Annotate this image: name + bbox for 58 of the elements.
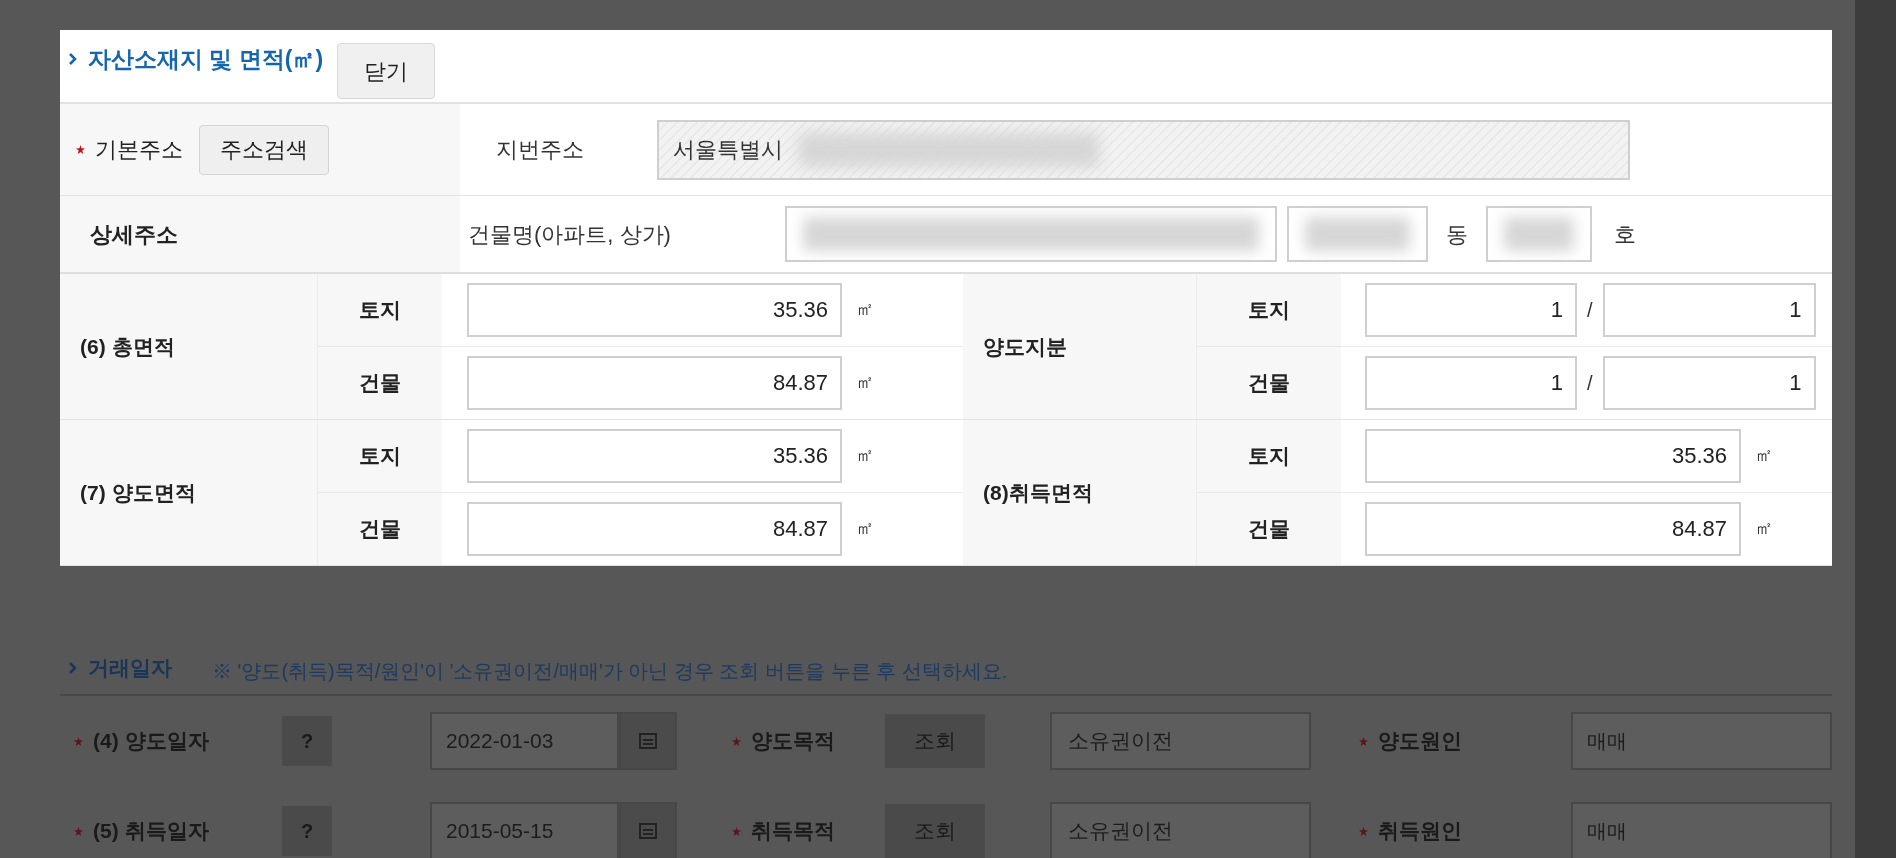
field-label: 건물 bbox=[359, 516, 401, 542]
chevron-icon bbox=[68, 660, 78, 675]
field-value: 서울특별시 bbox=[673, 136, 783, 164]
calendar-icon bbox=[638, 823, 657, 839]
number-field[interactable]: 35.36 bbox=[467, 282, 842, 337]
field-label: 건물 bbox=[359, 370, 401, 396]
field-label: (5) 취득일자 bbox=[93, 818, 210, 845]
separator-label: / bbox=[1587, 297, 1593, 323]
calendar-button[interactable] bbox=[619, 802, 677, 858]
field-label: 취득원인 bbox=[1377, 818, 1462, 845]
chevron-icon bbox=[68, 52, 78, 67]
number-field[interactable]: 84.87 bbox=[467, 501, 842, 556]
field-label: 양도원인 bbox=[1377, 728, 1462, 755]
unit-label: ㎡ bbox=[1755, 517, 1773, 541]
field-label: (8)취득면적 bbox=[983, 479, 1093, 506]
field-label: 토지 bbox=[359, 443, 401, 469]
unit-label: ㎡ bbox=[1755, 444, 1773, 468]
number-field[interactable]: 1 bbox=[1602, 355, 1816, 410]
calendar-button[interactable] bbox=[619, 712, 677, 770]
field-label: 건물 bbox=[1248, 516, 1290, 542]
section-title: 자산소재지 및 면적(㎡) bbox=[88, 45, 324, 74]
text-field[interactable] bbox=[1287, 206, 1428, 262]
field-label: 양도목적 bbox=[750, 728, 836, 755]
separator-label: / bbox=[1587, 370, 1593, 396]
field-label: 토지 bbox=[359, 297, 401, 323]
unit-label: ㎡ bbox=[856, 371, 874, 395]
field-label: 토지 bbox=[1248, 443, 1290, 469]
address-search-button[interactable]: 주소검색 bbox=[199, 124, 329, 175]
field-label: 양도지분 bbox=[983, 333, 1067, 360]
number-field[interactable]: 1 bbox=[1602, 282, 1816, 337]
field-label: 지번주소 bbox=[496, 136, 585, 164]
field-label: 토지 bbox=[1248, 297, 1290, 323]
field-label: 건물 bbox=[1248, 370, 1290, 396]
number-field[interactable]: 84.87 bbox=[1365, 501, 1741, 556]
field-label: 취득목적 bbox=[750, 818, 836, 845]
field-label: (6) 총면적 bbox=[80, 333, 175, 360]
number-field[interactable]: 35.36 bbox=[467, 428, 842, 483]
number-field[interactable]: 1 bbox=[1365, 355, 1577, 410]
number-field[interactable]: 84.87 bbox=[467, 355, 842, 410]
field-label: (4) 양도일자 bbox=[93, 728, 210, 755]
number-field[interactable]: 35.36 bbox=[1365, 428, 1741, 483]
notice-text: ※ '양도(취득)목적/원인'이 '소유권이전/매매'가 아닌 경우 조회 버튼을 누른 후 선택하세요. bbox=[212, 659, 1008, 684]
field-label: 건물명(아파트, 상가) bbox=[468, 220, 672, 249]
calendar-icon bbox=[638, 733, 657, 749]
number-field[interactable]: 1 bbox=[1365, 282, 1577, 337]
text-field[interactable] bbox=[785, 206, 1277, 262]
unit-label: 동 bbox=[1446, 220, 1468, 249]
unit-label: ㎡ bbox=[856, 517, 874, 541]
unit-label: ㎡ bbox=[856, 444, 874, 468]
field-label: (7) 양도면적 bbox=[80, 479, 196, 506]
field-label: 상세주소 bbox=[90, 220, 178, 249]
close-button[interactable]: 닫기 bbox=[337, 43, 436, 99]
section-title: 거래일자 bbox=[88, 655, 172, 681]
field-label: 기본주소 bbox=[95, 136, 183, 164]
address-field[interactable]: 서울특별시 bbox=[657, 119, 1630, 180]
unit-label: 호 bbox=[1614, 220, 1636, 249]
text-field[interactable] bbox=[1486, 206, 1592, 262]
unit-label: ㎡ bbox=[856, 298, 874, 322]
